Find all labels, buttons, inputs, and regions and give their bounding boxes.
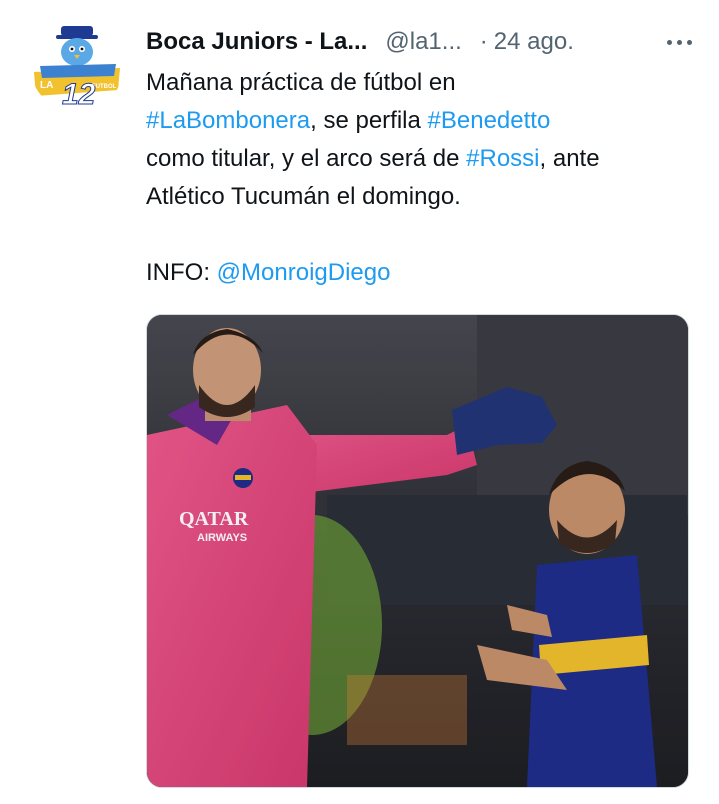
text-line-1: Mañana práctica de fútbol en <box>146 69 456 96</box>
tweet-photo[interactable]: QATAR AIRWAYS <box>146 314 689 788</box>
hashtag-benedetto[interactable]: #Benedetto <box>428 107 551 134</box>
text-line-2-middle: , se perfila <box>310 107 428 134</box>
avatar-logo: LA 12 FUTBOL <box>30 18 124 112</box>
info-label: INFO: <box>146 259 217 286</box>
avatar[interactable]: LA 12 FUTBOL <box>30 18 124 112</box>
text-line-3-end: , ante <box>539 145 600 172</box>
tweet-date[interactable]: 24 ago. <box>494 28 574 56</box>
user-handle[interactable]: @la1... <box>385 28 461 56</box>
display-name[interactable]: Boca Juniors - La... <box>146 28 367 56</box>
tweet-header: Boca Juniors - La... @la1... · 24 ago. <box>146 24 699 60</box>
avatar-banner-left: LA <box>40 80 53 91</box>
photo-players-celebrating: QATAR AIRWAYS <box>147 315 688 787</box>
more-horizontal-icon[interactable] <box>659 24 699 60</box>
hashtag-labombonera[interactable]: #LaBombonera <box>146 107 310 134</box>
separator-dot: · <box>479 28 488 55</box>
text-line-3: como titular, y el arco será de #Rossi, … <box>146 140 706 178</box>
text-line-info: INFO: @MonroigDiego <box>146 254 706 292</box>
mention-monroigdiego[interactable]: @MonroigDiego <box>217 259 391 286</box>
tweet-text: Mañana práctica de fútbol en #LaBomboner… <box>146 64 706 292</box>
text-line-2: #LaBombonera, se perfila #Benedetto <box>146 102 706 140</box>
text-line-4: Atlético Tucumán el domingo. <box>146 183 461 210</box>
hashtag-rossi[interactable]: #Rossi <box>466 145 539 172</box>
text-line-3-start: como titular, y el arco será de <box>146 145 467 172</box>
avatar-banner-right: FUTBOL <box>92 84 117 90</box>
avatar-number: 12 <box>62 78 96 111</box>
tweet-card[interactable]: LA 12 FUTBOL Boca Juniors - La... @la1..… <box>0 0 719 804</box>
